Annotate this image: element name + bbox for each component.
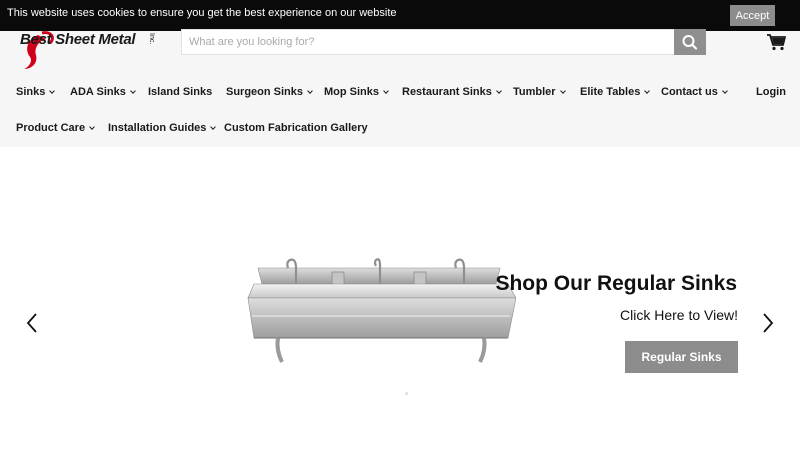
nav-item-label: Custom Fabrication Gallery [224,122,368,134]
nav-item-label: Tumbler [513,86,556,98]
nav-item-label: Island Sinks [148,86,213,98]
search-input[interactable] [181,29,674,55]
nav-item-elite-tables[interactable]: Elite Tables [580,86,651,98]
chevron-down-icon [210,124,217,130]
login-link[interactable]: Login [756,86,786,98]
main-nav: Sinks ADA Sinks Island Sinks Surgeon Sin… [0,83,800,103]
nav-item-label: Product Care [16,122,86,134]
search-bar [181,29,706,55]
hero-title: Shop Our Regular Sinks [495,272,737,295]
nav-item-tumbler[interactable]: Tumbler [513,86,566,98]
nav-item-island-sinks[interactable]: Island Sinks [148,86,212,98]
chevron-down-icon [559,88,566,94]
chevron-down-icon [383,88,389,94]
nav-item-surgeon-sinks[interactable]: Surgeon Sinks [226,86,313,98]
nav-item-label: Installation Guides [108,122,207,134]
cookie-accept-button[interactable]: Accept [730,5,775,26]
nav-item-label: Contact us [661,86,718,98]
chevron-down-icon [129,88,136,94]
nav-item-installation-guides[interactable]: Installation Guides [108,122,217,134]
nav-item-label: Sinks [16,86,46,98]
nav-item-label: Mop Sinks [324,86,380,98]
slider-dot[interactable] [405,392,408,395]
cookie-message: This website uses cookies to ensure you … [7,7,397,19]
secondary-nav: Product Care Installation Guides Custom … [0,119,800,139]
nav-item-label: ADA Sinks [70,86,126,98]
search-button[interactable] [674,29,706,55]
search-icon [682,35,698,50]
slider-prev-arrow-icon[interactable] [26,313,38,333]
nav-item-label: Elite Tables [580,86,641,98]
nav-item-mop-sinks[interactable]: Mop Sinks [324,86,389,98]
hero-subtitle[interactable]: Click Here to View! [620,307,738,323]
nav-item-label: Surgeon Sinks [226,86,304,98]
nav-item-label: Restaurant Sinks [402,86,492,98]
nav-item-restaurant-sinks[interactable]: Restaurant Sinks [402,86,502,98]
nav-item-product-care[interactable]: Product Care [16,122,95,134]
cookie-banner: This website uses cookies to ensure you … [0,0,800,31]
nav-item-custom-fabrication-gallery[interactable]: Custom Fabrication Gallery [224,122,368,134]
nav-item-contact-us[interactable]: Contact us [661,86,728,98]
cart-icon[interactable] [766,33,786,51]
chevron-down-icon [307,88,313,94]
chevron-down-icon [722,88,728,94]
logo-suffix: Inc. [148,33,155,45]
chevron-down-icon [89,124,95,130]
nav-item-ada-sinks[interactable]: ADA Sinks [70,86,136,98]
regular-sinks-button[interactable]: Regular Sinks [625,341,738,373]
chevron-down-icon [644,88,651,94]
chevron-down-icon [49,88,56,94]
site-logo[interactable]: Best Sheet Metal Inc. [16,31,164,71]
sink-product-image[interactable] [246,254,516,366]
slider-next-arrow-icon[interactable] [762,313,774,333]
logo-wordmark: Best Sheet Metal [20,31,136,48]
nav-item-sinks[interactable]: Sinks [16,86,56,98]
chevron-down-icon [496,88,502,94]
